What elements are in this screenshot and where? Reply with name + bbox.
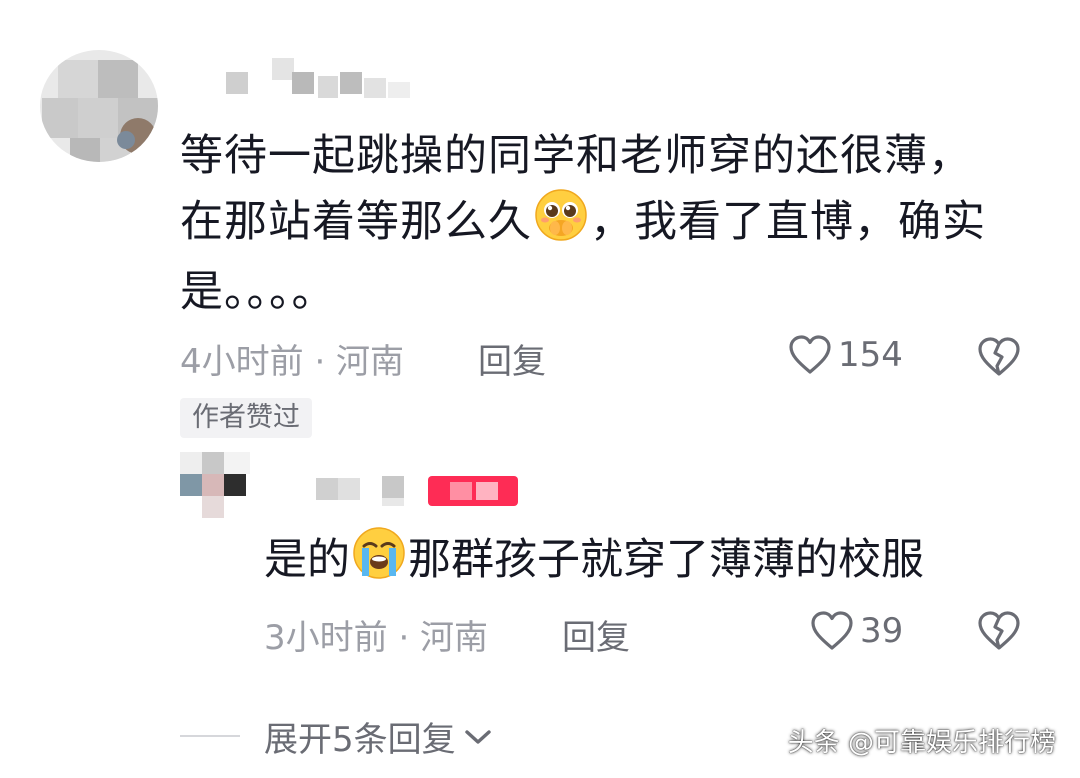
reply-text-part: 是的	[264, 535, 350, 585]
like-count: 154	[838, 335, 903, 375]
comment-line: 是。。。。	[180, 267, 336, 317]
comment-line: 在那站着等那么久 ，我看了直博，确实	[180, 188, 1040, 260]
reply-dislike-button[interactable]	[976, 610, 1022, 656]
reply-like-count: 39	[860, 611, 904, 651]
chevron-down-icon	[464, 729, 491, 744]
expand-replies-label: 展开5条回复	[264, 720, 456, 760]
reply-like-button[interactable]: 39	[810, 610, 903, 652]
like-button[interactable]: 154	[788, 334, 903, 376]
reply-meta: 3小时前 · 河南	[264, 618, 489, 658]
heart-icon	[789, 335, 831, 374]
avatar[interactable]	[40, 50, 158, 162]
heart-icon	[811, 611, 853, 650]
broken-heart-icon	[978, 337, 1020, 376]
author-liked-badge: 作者赞过	[180, 398, 312, 438]
comment-thread: 等待一起跳操的同学和老师穿的还很薄， 在那站着等那么久 ，我看了直博，确实 是。…	[0, 0, 1080, 778]
username-mosaic[interactable]	[222, 58, 422, 104]
pleading-face-icon	[534, 188, 588, 260]
reply-reply-button[interactable]: 回复	[562, 610, 630, 659]
comment-meta: 4小时前 · 河南	[180, 342, 405, 382]
reply-text-part: 那群孩子就穿了薄薄的校服	[408, 535, 924, 585]
reply-button[interactable]: 回复	[478, 334, 546, 383]
crying-face-icon	[352, 526, 406, 598]
comment-line-part: 在那站着等那么久	[180, 197, 532, 247]
comment-line: 等待一起跳操的同学和老师穿的还很薄，	[180, 131, 972, 181]
broken-heart-icon	[978, 611, 1020, 650]
comment-text: 等待一起跳操的同学和老师穿的还很薄， 在那站着等那么久 ，我看了直博，确实 是。…	[180, 124, 1040, 324]
reply-username-mosaic[interactable]	[312, 474, 522, 514]
reply-avatar[interactable]	[180, 452, 250, 518]
expand-divider	[180, 735, 240, 737]
expand-replies-button[interactable]: 展开5条回复	[264, 712, 494, 761]
reply-text: 是的 那群孩子就穿了薄薄的校服	[264, 526, 924, 598]
dislike-button[interactable]	[976, 336, 1022, 382]
comment-line-part: ，我看了直博，确实	[590, 197, 986, 247]
watermark: 头条 @可靠娱乐排行榜	[787, 728, 1056, 758]
